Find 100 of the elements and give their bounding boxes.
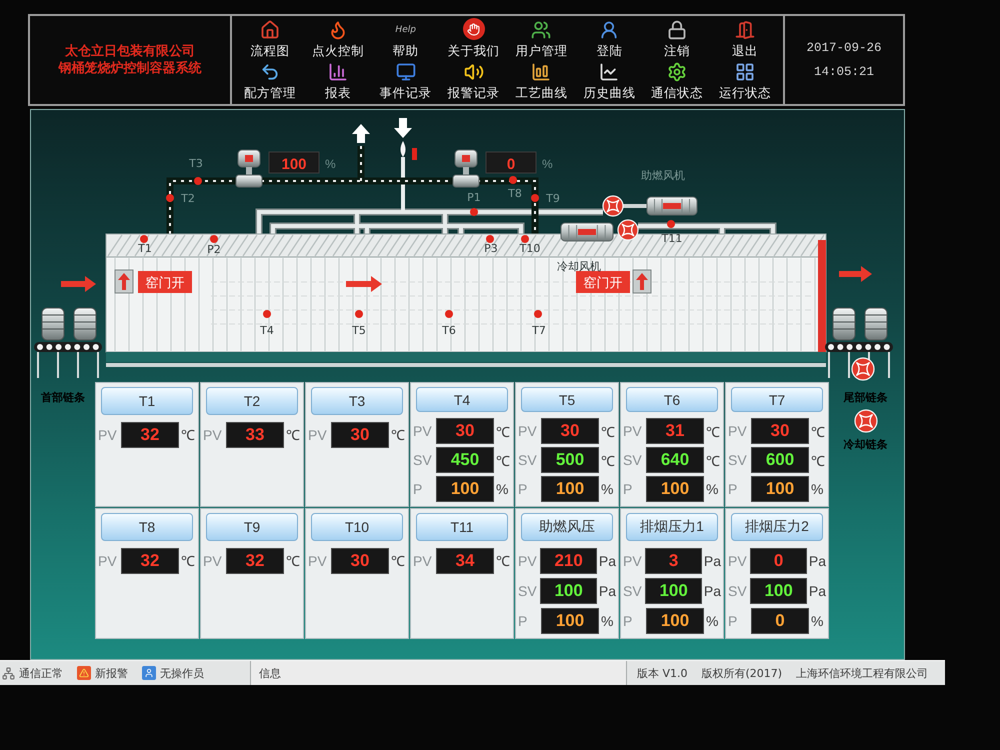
sensor-dot xyxy=(263,310,271,318)
card-title: T10 xyxy=(311,513,403,541)
menu-button[interactable]: 通信状态 xyxy=(643,62,712,104)
house-icon xyxy=(260,20,280,40)
arrow-icon xyxy=(260,62,280,82)
sensor-label: P1 xyxy=(467,191,481,204)
reading-label: PV xyxy=(518,552,538,568)
value-display: 640 xyxy=(646,447,704,473)
menu-button[interactable]: 关于我们 xyxy=(440,18,508,62)
sensor-dot xyxy=(210,235,218,243)
unit-label: % xyxy=(706,481,718,497)
fan-icon xyxy=(602,195,624,217)
menu-button[interactable]: 退出 xyxy=(711,18,779,62)
sensor-dot xyxy=(470,208,478,216)
reading-label: PV xyxy=(413,552,433,568)
menu-button[interactable]: 事件记录 xyxy=(372,62,440,104)
unit-label: ℃ xyxy=(811,422,825,440)
unit-label: % xyxy=(496,481,508,497)
reading-label: P xyxy=(413,481,424,497)
unit-label: Pa xyxy=(704,552,721,568)
unit-label: % xyxy=(601,481,614,497)
card-title: T5 xyxy=(521,387,613,412)
message-label: 信息 xyxy=(259,666,281,680)
menu-button[interactable]: 运行状态 xyxy=(711,62,779,104)
reading-label: P xyxy=(623,612,634,628)
status-text: 新报警 xyxy=(95,666,128,680)
value-display: 100 xyxy=(751,476,809,502)
unit-label: ℃ xyxy=(811,452,825,470)
value-display: 100 xyxy=(645,578,702,604)
reading-label: P xyxy=(728,481,738,497)
sensor-dot xyxy=(667,220,675,228)
unit-label: % xyxy=(542,157,553,171)
unit-label: Pa xyxy=(598,582,616,598)
door-icon xyxy=(735,20,756,40)
menu-button[interactable]: 工艺曲线 xyxy=(508,62,576,104)
value-display: 32 xyxy=(121,422,179,448)
unit-label: ℃ xyxy=(286,552,300,570)
motor-icon xyxy=(646,196,698,216)
reading-label: PV xyxy=(98,426,118,442)
sensor-label: T3 xyxy=(189,157,203,170)
unit-label: ℃ xyxy=(496,552,510,570)
valve-readout: 100 xyxy=(268,152,320,174)
value-display: 100 xyxy=(540,578,597,604)
value-display: 100 xyxy=(750,578,807,604)
card-title: 助燃风压 xyxy=(521,513,613,541)
door-status-label: 窑门开 xyxy=(576,271,630,293)
menu-button[interactable]: 点火控制 xyxy=(304,18,372,62)
menu-button[interactable]: 历史曲线 xyxy=(575,62,644,104)
arrow-right-icon xyxy=(346,276,382,292)
card-title: T1 xyxy=(101,387,193,415)
reading-label: P xyxy=(728,612,738,628)
card-title: T11 xyxy=(416,513,508,541)
menu-button[interactable]: 报警记录 xyxy=(440,62,508,104)
card-title: T3 xyxy=(311,387,403,415)
unit-label: ℃ xyxy=(706,422,720,440)
value-display: 3 xyxy=(645,548,702,574)
menu-button[interactable]: 登陆 xyxy=(575,18,644,62)
unit-label: ℃ xyxy=(706,452,720,470)
sensor-dot xyxy=(166,194,174,202)
value-display: 600 xyxy=(751,447,809,473)
arrow-up-icon[interactable] xyxy=(114,270,134,294)
menu-button[interactable]: Help 帮助 xyxy=(372,18,440,62)
arrow-right-icon xyxy=(61,276,96,292)
menu-button[interactable]: 流程图 xyxy=(236,18,304,62)
value-display: 34 xyxy=(436,548,494,574)
menu-button[interactable]: 配方管理 xyxy=(236,62,304,104)
menu-button[interactable]: 注销 xyxy=(643,18,712,62)
arrow-up-icon[interactable] xyxy=(632,270,652,294)
user-icon xyxy=(599,20,620,40)
card-title: T6 xyxy=(626,387,718,412)
menu-button[interactable]: 用户管理 xyxy=(508,18,576,62)
unit-label: Pa xyxy=(808,552,826,568)
sensor-label: T1 xyxy=(138,242,152,255)
unit-label: ℃ xyxy=(181,552,195,570)
center-pipe xyxy=(401,157,405,210)
reading-label: PV xyxy=(728,552,748,568)
line-chart-icon xyxy=(599,62,620,82)
sensor-dot xyxy=(486,235,494,243)
unit-label: ℃ xyxy=(391,552,405,570)
gear-icon xyxy=(667,62,688,82)
alert-icon xyxy=(77,666,91,680)
reading-label: SV xyxy=(728,452,748,468)
conveyor-label: 尾部链条 xyxy=(844,390,888,405)
grid-icon xyxy=(735,62,756,82)
speaker-icon xyxy=(464,62,484,82)
reading-label: PV xyxy=(413,423,433,439)
unit-label: % xyxy=(601,612,614,628)
sensor-label: T9 xyxy=(546,192,560,205)
reading-label: SV xyxy=(623,452,643,468)
sensor-label: T8 xyxy=(508,187,522,200)
reading-label: P xyxy=(518,481,528,497)
menu-button[interactable]: 报表 xyxy=(304,62,372,104)
door-status-label: 窑门开 xyxy=(138,271,192,293)
card-title: T2 xyxy=(206,387,298,415)
unit-label: ℃ xyxy=(601,422,615,440)
version-text: 版本 V1.0 xyxy=(637,666,688,680)
sensor-label: T11 xyxy=(662,232,682,245)
sensor-label: T2 xyxy=(181,192,195,205)
reading-label: PV xyxy=(623,423,643,439)
indicator-icon xyxy=(412,148,417,160)
